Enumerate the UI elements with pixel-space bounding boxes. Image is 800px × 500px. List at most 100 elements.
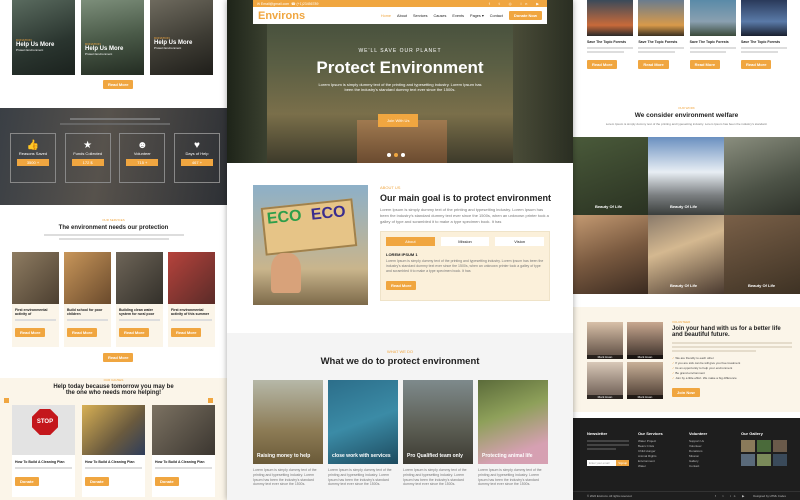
phone-icon: ☎ (291, 1, 296, 6)
gallery-label: Beauty Of Life (748, 283, 776, 288)
stat-label: Funds Collected (73, 151, 103, 156)
read-more-button[interactable]: Read More (67, 328, 98, 337)
stat-box: 👍 Reasons Saved 3500 + (10, 133, 56, 183)
join-with-us-button[interactable]: Join With Us (378, 114, 419, 127)
tab-mission[interactable]: Mission (440, 237, 490, 247)
footer-link[interactable]: Water (638, 464, 663, 469)
gallery-thumb[interactable] (757, 440, 771, 452)
read-more-button[interactable]: Read More (103, 80, 134, 89)
service-card[interactable]: Build school for poor children Read More (64, 252, 111, 347)
footer-link[interactable]: Contact (689, 464, 707, 469)
nav-causes[interactable]: Causes (434, 14, 447, 18)
nav-contact[interactable]: Contact (490, 14, 503, 18)
service-card[interactable]: Building clean water system for rural po… (116, 252, 163, 347)
gallery-thumb[interactable] (757, 454, 771, 466)
team-member[interactable]: Mark Huan (587, 322, 623, 359)
nav-events[interactable]: Events (452, 14, 464, 18)
join-now-button[interactable]: Join Now (672, 388, 700, 397)
read-more-button[interactable]: Read More (386, 280, 417, 290)
site-logo[interactable]: Environs (258, 10, 305, 22)
gallery-thumb[interactable] (773, 454, 787, 466)
what-card-caption: Protecting animal life (482, 453, 533, 459)
what-card-text: Lorem Ipsum is simply dummy text of the … (478, 468, 542, 487)
blog-card[interactable]: Save The Topic Forests Read More (638, 0, 685, 71)
stat-label: Days of Help (185, 151, 209, 156)
social-icons[interactable]: f t ◎ in ▶ (489, 2, 543, 6)
what-card[interactable]: Pro Qualified team only Lorem Ipsum is s… (403, 380, 473, 487)
cause-card[interactable]: How To Build A Cleaning Plan Donate (152, 405, 215, 497)
cause-card-title: How To Build A Cleaning Plan (85, 460, 135, 464)
section-title: The environment needs our protection (58, 225, 169, 231)
team-member[interactable]: Mark Huan (627, 322, 663, 359)
read-more-button[interactable]: Read More (740, 60, 772, 69)
donate-now-button[interactable]: Donate Now (508, 11, 542, 20)
about-section: ECO ECO ABOUT US Our main goal is to pro… (227, 163, 573, 333)
contact-phone[interactable]: (+1)23456789 (297, 2, 319, 6)
read-more-button[interactable]: Read More (638, 60, 669, 69)
stats-text-line (60, 123, 170, 125)
gallery-thumb[interactable] (741, 454, 755, 466)
social-icons[interactable]: f t in ▶ (715, 494, 747, 498)
hero-kicker: WE'LL SAVE OUR PLANET (358, 48, 442, 54)
contact-email[interactable]: Email@gmail.com (261, 2, 289, 6)
gallery-thumb[interactable] (741, 440, 755, 452)
donate-button[interactable]: Donate (155, 477, 179, 486)
chevron-right-icon[interactable] (208, 398, 213, 403)
nav-pages[interactable]: Pages ▾ (470, 13, 484, 18)
gallery-item[interactable]: Beauty Of Life (648, 215, 724, 294)
donate-button[interactable]: Donate (15, 477, 39, 486)
team-name: Mark Huan (587, 395, 623, 399)
read-more-button[interactable]: Read More (15, 328, 46, 337)
hero-title: Protect Environment (316, 58, 484, 77)
tab-vision[interactable]: Vision (495, 237, 545, 247)
blog-cards: Save The Topic Forests Read More Save Th… (587, 0, 787, 71)
cause-card[interactable]: How To Build A Cleaning Plan Donate (82, 405, 145, 497)
read-more-button[interactable]: Read More (103, 353, 134, 362)
gallery-item[interactable] (724, 137, 800, 215)
thumbs-up-icon: 👍 (26, 140, 40, 151)
donate-button[interactable]: Donate (85, 477, 109, 486)
carousel-dots[interactable] (387, 153, 405, 157)
footer-heading: Our Gallery (741, 431, 763, 436)
sign-text: ECO (266, 207, 303, 228)
team-member[interactable]: Mark Huan (627, 362, 663, 399)
nav-home[interactable]: Home (381, 14, 391, 18)
nav-services[interactable]: Services (413, 14, 428, 18)
donation-card[interactable]: DONATION Help Us More Protect Environmen… (81, 0, 144, 75)
gallery-item[interactable]: Beauty Of Life (724, 215, 800, 294)
donation-card[interactable]: DONATION Help Us More Protect Environmen… (12, 0, 75, 75)
newsletter-email-input[interactable]: Enter your email (587, 460, 617, 466)
blog-card[interactable]: Save The Topic Forests Read More (689, 0, 736, 71)
blog-card[interactable]: Save The Topic Forests Read More (740, 0, 787, 71)
what-card[interactable]: close work with services Lorem Ipsum is … (328, 380, 398, 487)
service-card[interactable]: First environmental activity of this sum… (168, 252, 215, 347)
causes-section: OUR CAUSES Help today because tomorrow y… (0, 378, 227, 500)
signup-button[interactable]: Signup (616, 460, 629, 466)
money-icon: ★ (83, 140, 93, 151)
section-text: Lorem Ipsum is simply dummy text of the … (605, 122, 768, 126)
section-title: We consider environment welfare (634, 112, 739, 119)
stat-label: Volunteer (133, 151, 151, 156)
gallery-label: Beauty Of Life (595, 204, 623, 209)
what-card[interactable]: Protecting animal life Lorem Ipsum is si… (478, 380, 548, 487)
cause-card-title: How To Build A Cleaning Plan (155, 460, 205, 464)
gallery-item[interactable]: Beauty Of Life (573, 137, 648, 215)
nav-about[interactable]: About (397, 14, 407, 18)
section-title: What we do to protect environment (320, 356, 480, 367)
team-member[interactable]: Mark Huan (587, 362, 623, 399)
stats-text-line (70, 118, 160, 120)
chevron-left-icon[interactable] (4, 398, 9, 403)
read-more-button[interactable]: Read More (171, 328, 202, 337)
cause-card[interactable]: STOP How To Build A Cleaning Plan Donate (12, 405, 75, 497)
donation-card[interactable]: DONATION Help Us More Protect Environmen… (150, 0, 213, 75)
tab-about[interactable]: About (386, 237, 435, 247)
gallery-item[interactable]: Beauty Of Life (648, 137, 724, 215)
gallery-item[interactable] (573, 215, 648, 294)
gallery-thumb[interactable] (773, 440, 787, 452)
service-card[interactable]: First environmental activity of Read Mor… (12, 252, 59, 347)
read-more-button[interactable]: Read More (119, 328, 150, 337)
blog-card[interactable]: Save The Topic Forests Read More (587, 0, 633, 71)
read-more-button[interactable]: Read More (689, 60, 721, 69)
read-more-button[interactable]: Read More (587, 60, 618, 69)
what-card[interactable]: Raising money to help Lorem Ipsum is sim… (253, 380, 323, 487)
